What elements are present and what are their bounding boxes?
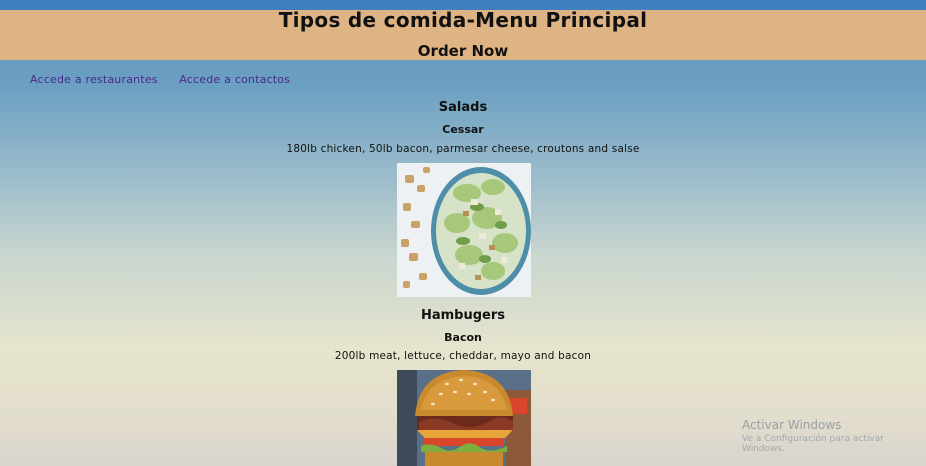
windows-activation-subtitle: Ve a Configuración para activar Windows.	[742, 434, 884, 454]
page-title: Tipos de comida-Menu Principal	[278, 8, 648, 32]
windows-activation-title: Activar Windows	[742, 418, 842, 432]
item-name-cessar: Cessar	[442, 123, 484, 136]
page-subtitle: Order Now	[417, 42, 509, 60]
section-title-salads: Salads	[438, 100, 488, 115]
nav-link-contactos[interactable]: Accede a contactos	[179, 73, 290, 86]
salad-photo	[397, 163, 531, 297]
page-header: Tipos de comida-Menu Principal Order Now	[0, 8, 926, 60]
nav-link-restaurantes[interactable]: Accede a restaurantes	[30, 73, 158, 86]
item-description-cessar: 180lb chicken, 50lb bacon, parmesar chee…	[286, 143, 640, 155]
nav-links: Accede a restaurantes Accede a contactos	[30, 73, 308, 86]
item-name-bacon: Bacon	[444, 331, 482, 344]
burger-photo	[397, 370, 531, 466]
item-description-bacon: 200lb meat, lettuce, cheddar, mayo and b…	[334, 350, 592, 362]
section-title-hambugers: Hambugers	[420, 308, 506, 323]
